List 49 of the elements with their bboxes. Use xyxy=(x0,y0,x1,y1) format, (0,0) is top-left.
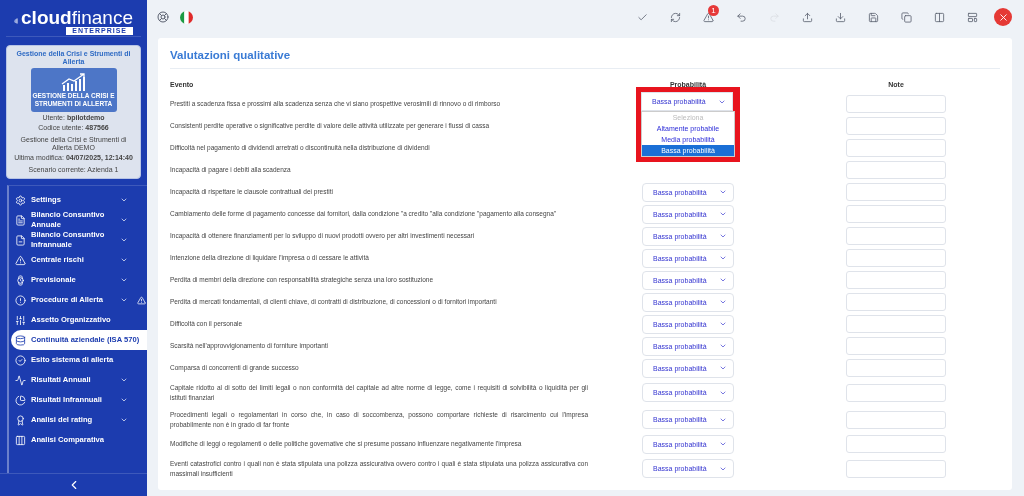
menu-icon xyxy=(15,274,26,286)
note-field[interactable] xyxy=(846,117,946,135)
chevron-icon xyxy=(719,320,727,328)
chevron-icon xyxy=(719,276,727,284)
chevron-icon xyxy=(719,232,727,240)
note-field[interactable] xyxy=(846,435,946,453)
note-field[interactable] xyxy=(846,139,946,157)
close-button[interactable] xyxy=(994,8,1012,26)
menu-icon xyxy=(15,214,26,226)
logo-wordmark: cloudfinance xyxy=(21,7,133,27)
menu-icon xyxy=(15,374,26,386)
note-field[interactable] xyxy=(846,95,946,113)
panel-title: Valutazioni qualitative xyxy=(170,46,1000,69)
chevron-icon xyxy=(719,254,727,262)
note-field[interactable] xyxy=(846,249,946,267)
menu-icon xyxy=(15,354,26,366)
note-field[interactable] xyxy=(846,315,946,333)
menu-icon xyxy=(15,234,26,246)
flag-icon[interactable] xyxy=(180,10,193,24)
note-field[interactable] xyxy=(846,383,946,402)
menu-icon xyxy=(15,394,26,406)
note-field[interactable] xyxy=(846,227,946,245)
menu-icon xyxy=(15,334,26,346)
chevron-icon xyxy=(719,298,727,306)
warning-button[interactable]: 1 xyxy=(697,5,719,29)
chevron-icon xyxy=(719,364,727,372)
note-field[interactable] xyxy=(846,410,946,429)
menu-icon xyxy=(15,254,26,266)
menu-icon xyxy=(15,294,26,306)
chevron-icon xyxy=(719,210,727,218)
menu-icon xyxy=(15,314,26,326)
menu-icon xyxy=(15,194,26,206)
note-field[interactable] xyxy=(846,161,946,179)
menu-icon xyxy=(15,434,26,446)
menu-icon xyxy=(15,414,26,426)
help-icon[interactable] xyxy=(157,11,169,23)
note-field[interactable] xyxy=(846,271,946,289)
note-field[interactable] xyxy=(846,183,946,201)
chart-icon xyxy=(60,73,87,91)
notification-count: 1 xyxy=(708,5,719,16)
note-field[interactable] xyxy=(846,459,946,478)
chevron-icon xyxy=(719,188,727,196)
note-field[interactable] xyxy=(846,359,946,377)
note-field[interactable] xyxy=(846,337,946,355)
note-field[interactable] xyxy=(846,205,946,223)
close-icon xyxy=(997,11,1009,23)
chevron-icon xyxy=(719,342,727,350)
note-field[interactable] xyxy=(846,293,946,311)
chevron-icon xyxy=(719,440,727,448)
